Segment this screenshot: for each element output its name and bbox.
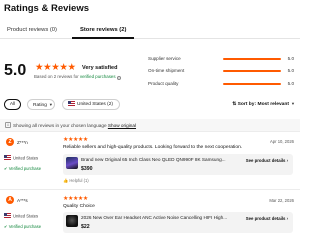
see-product-details-link[interactable]: See product details › (246, 158, 288, 163)
filter-bar: All Rating ▼ United States (2) ⇅ Sort by:… (0, 99, 300, 113)
helpful-button[interactable]: 👍 Helpful (1) (63, 178, 89, 184)
chevron-down-icon: ▼ (291, 101, 295, 106)
reviewer-country: United States (4, 155, 38, 161)
product-name: Brand new Original 65 Inch Class Neo QLE… (81, 157, 226, 162)
verified-purchases-link[interactable]: verified purchases (80, 74, 116, 79)
metric-value: 5.0 (287, 81, 294, 86)
us-flag-icon (4, 213, 11, 218)
filter-rating-dropdown[interactable]: Rating ▼ (27, 99, 55, 110)
verified-text: Verified purchase (8, 224, 42, 229)
product-price: $390 (81, 166, 93, 172)
overall-stars: ★★★★★ (35, 62, 76, 73)
metric-bar (223, 83, 281, 85)
review-date: Mar 22, 2026 (269, 198, 294, 203)
metric-label: Supplier service (148, 56, 181, 61)
metric-product-quality: Product quality 5.0 (148, 80, 294, 88)
chevron-down-icon: ▼ (48, 102, 53, 107)
metric-value: 5.0 (287, 68, 294, 73)
verified-badge: ✔ Verified purchase (4, 166, 41, 171)
product-thumbnail (66, 215, 78, 227)
review-divider (0, 189, 300, 190)
helpful-label: Helpful (1) (69, 178, 89, 183)
review-text: Reliable sellers and high-quality produc… (63, 145, 243, 150)
translate-icon: A (5, 122, 11, 128)
review-product-card[interactable]: 2026 New Over Ear Headset ANC Active Noi… (63, 212, 293, 233)
country-label: United States (2) (77, 102, 113, 107)
review-stars: ★★★★★ (63, 196, 88, 202)
rating-label: Rating (33, 103, 47, 108)
chevron-right-icon: › (285, 158, 288, 163)
details-label: See product details (245, 216, 286, 221)
filter-all-chip[interactable]: All (4, 99, 21, 110)
tab-product-reviews[interactable]: Product reviews (0) (7, 27, 57, 33)
metric-value: 5.0 (287, 56, 294, 61)
sort-dropdown[interactable]: ⇅ Sort by: Most relevant ▼ (232, 101, 295, 107)
details-label: See product details (245, 158, 286, 163)
show-original-link[interactable]: Show original (108, 123, 136, 128)
product-name: 2026 New Over Ear Headset ANC Active Noi… (81, 215, 228, 220)
see-product-details-link[interactable]: See product details › (246, 216, 288, 221)
review-item: A A***s United States ✔ Verified purchas… (0, 193, 300, 241)
metric-supplier-service: Supplier service 5.0 (148, 55, 294, 63)
metric-bar (223, 58, 281, 60)
tab-store-reviews[interactable]: Store reviews (2) (80, 27, 126, 33)
based-on-text: Based on 2 reviews for verified purchase… (34, 74, 122, 80)
avatar: A (6, 196, 14, 204)
reviewer-name: A***s (17, 198, 28, 203)
product-thumbnail (66, 157, 78, 169)
country-text: United States (13, 155, 39, 161)
us-flag-icon (4, 155, 11, 160)
overall-score: 5.0 (4, 62, 27, 79)
avatar: Z (6, 138, 14, 146)
satisfaction-label: Very satisfied (82, 65, 118, 71)
based-on-prefix: Based on 2 reviews for (34, 74, 80, 79)
reviewer-name: Z***n (17, 140, 28, 145)
review-item: Z Z***n United States ✔ Verified purchas… (0, 135, 300, 187)
metric-on-time-shipment: On-time shipment 5.0 (148, 67, 294, 75)
metric-bar (223, 70, 281, 72)
verified-text: Verified purchase (8, 166, 42, 171)
country-text: United States (13, 213, 39, 219)
notice-message: Showing all reviews in your chosen langu… (13, 123, 108, 128)
notice-text: Showing all reviews in your chosen langu… (13, 123, 136, 128)
metric-label: On-time shipment (148, 68, 185, 73)
review-stars: ★★★★★ (63, 137, 88, 143)
reviewer-country: United States (4, 213, 38, 219)
verified-badge: ✔ Verified purchase (4, 224, 41, 229)
metric-label: Product quality (148, 81, 179, 86)
active-tab-indicator (72, 37, 134, 39)
language-notice: A Showing all reviews in your chosen lan… (0, 119, 300, 132)
page-title: Ratings & Reviews (4, 3, 89, 14)
review-date: Apr 10, 2026 (270, 139, 294, 144)
chevron-right-icon: › (285, 216, 288, 221)
review-product-card[interactable]: Brand new Original 65 Inch Class Neo QLE… (63, 154, 293, 175)
us-flag-icon (68, 100, 75, 106)
review-tabs: Product reviews (0) Store reviews (2) (0, 24, 300, 39)
sort-label: Sort by: Most relevant (237, 102, 290, 107)
review-text: Quality Choice (63, 204, 95, 209)
filter-country-chip[interactable]: United States (2) (62, 99, 120, 110)
info-circle-icon[interactable]: i (116, 75, 122, 80)
product-price: $22 (81, 224, 90, 230)
